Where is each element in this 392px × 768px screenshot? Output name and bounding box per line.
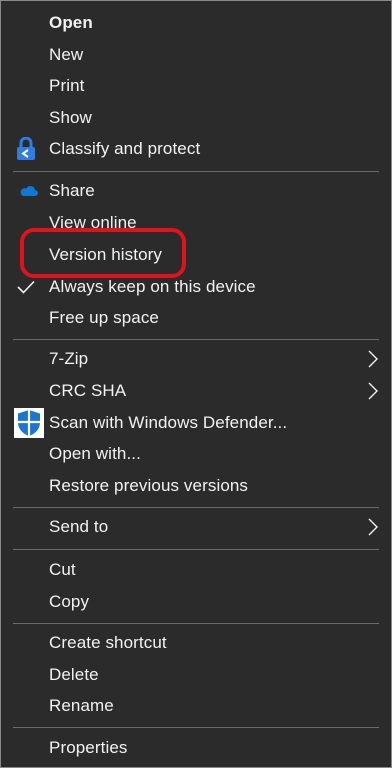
menu-item-label: Always keep on this device — [49, 276, 256, 296]
classify-protect-icon — [17, 137, 35, 160]
menu-item-new[interactable]: New — [1, 39, 391, 70]
menu-item-copy[interactable]: Copy — [1, 586, 391, 617]
menu-item-label: Share — [49, 180, 95, 200]
menu-item-label: Properties — [49, 737, 128, 757]
windows-defender-shield-icon — [14, 408, 44, 438]
menu-item-label: Delete — [49, 664, 99, 684]
menu-item-label: Restore previous versions — [49, 475, 249, 495]
menu-item-crc-sha[interactable]: CRC SHA — [1, 375, 391, 406]
menu-separator — [13, 339, 379, 340]
checkmark-icon — [17, 280, 35, 294]
menu-item-label: Classify and protect — [49, 138, 201, 158]
menu-item-show[interactable]: Show — [1, 102, 391, 133]
menu-item-7zip[interactable]: 7-Zip — [1, 343, 391, 374]
menu-separator — [13, 507, 379, 508]
menu-separator — [13, 727, 379, 728]
menu-item-label: Cut — [49, 559, 76, 579]
menu-item-restore-previous-versions[interactable]: Restore previous versions — [1, 470, 391, 501]
menu-item-always-keep-on-device[interactable]: Always keep on this device — [1, 271, 391, 302]
chevron-right-icon — [368, 350, 378, 368]
menu-item-properties[interactable]: Properties — [1, 732, 391, 763]
menu-separator — [13, 171, 379, 172]
menu-separator — [13, 549, 379, 550]
menu-item-open[interactable]: Open — [1, 7, 391, 38]
menu-item-view-online[interactable]: View online — [1, 207, 391, 238]
menu-item-label: CRC SHA — [49, 380, 127, 400]
menu-item-label: Print — [49, 75, 85, 95]
menu-item-delete[interactable]: Delete — [1, 659, 391, 690]
menu-item-send-to[interactable]: Send to — [1, 511, 391, 542]
onedrive-cloud-icon — [20, 186, 38, 196]
menu-item-open-with[interactable]: Open with... — [1, 438, 391, 469]
menu-item-label: Version history — [49, 244, 162, 264]
menu-item-version-history[interactable]: Version history — [1, 239, 391, 270]
menu-item-label: Rename — [49, 695, 114, 715]
menu-item-label: Send to — [49, 516, 109, 536]
menu-item-share[interactable]: Share — [1, 175, 391, 206]
menu-item-cut[interactable]: Cut — [1, 554, 391, 585]
menu-item-create-shortcut[interactable]: Create shortcut — [1, 627, 391, 658]
menu-item-label: Open with... — [49, 443, 141, 463]
context-menu: Open New Print Show Classify and protect… — [0, 0, 392, 768]
menu-item-label: 7-Zip — [49, 348, 89, 368]
chevron-right-icon — [368, 518, 378, 536]
menu-separator — [13, 623, 379, 624]
menu-item-print[interactable]: Print — [1, 70, 391, 101]
menu-item-free-up-space[interactable]: Free up space — [1, 302, 391, 333]
menu-item-classify-and-protect[interactable]: Classify and protect — [1, 133, 391, 164]
chevron-right-icon — [368, 382, 378, 400]
menu-item-label: Open — [49, 12, 93, 32]
menu-item-label: Copy — [49, 591, 90, 611]
menu-item-label: Create shortcut — [49, 632, 167, 652]
menu-item-rename[interactable]: Rename — [1, 690, 391, 721]
menu-item-scan-windows-defender[interactable]: Scan with Windows Defender... — [1, 407, 391, 438]
menu-item-label: New — [49, 44, 84, 64]
menu-item-label: Free up space — [49, 307, 159, 327]
menu-item-label: View online — [49, 212, 137, 232]
menu-item-label: Show — [49, 107, 92, 127]
menu-item-label: Scan with Windows Defender... — [49, 412, 288, 432]
